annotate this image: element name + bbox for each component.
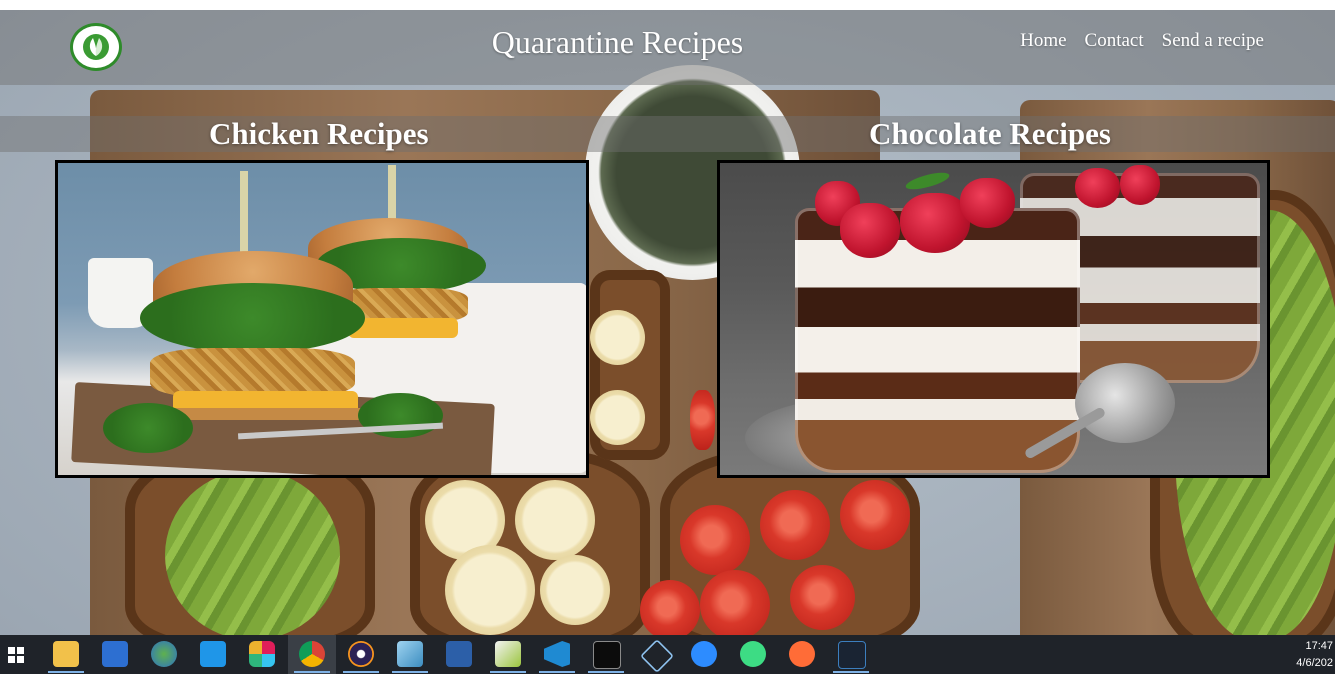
zoom-icon[interactable]	[691, 641, 717, 667]
windows-taskbar: 17:47 4/6/202	[0, 635, 1335, 674]
nox-icon[interactable]	[838, 641, 866, 669]
terminal-icon[interactable]	[593, 641, 621, 669]
chicken-recipes-card[interactable]	[55, 160, 589, 478]
main-nav: Home Contact Send a recipe	[1020, 30, 1264, 52]
security-app-icon[interactable]	[102, 641, 128, 667]
teamviewer-icon[interactable]	[200, 641, 226, 667]
vscode-icon[interactable]	[544, 641, 570, 667]
notepad-icon[interactable]	[397, 641, 423, 667]
spreadsheet-icon[interactable]	[495, 641, 521, 667]
section-heading-band	[0, 116, 1335, 152]
nav-contact-link[interactable]: Contact	[1085, 30, 1144, 52]
chicken-recipes-heading[interactable]: Chicken Recipes	[209, 116, 429, 152]
android-studio-icon[interactable]	[740, 641, 766, 667]
chrome-icon[interactable]	[299, 641, 325, 667]
page: Quarantine Recipes Home Contact Send a r…	[0, 0, 1335, 674]
chocolate-recipes-heading[interactable]: Chocolate Recipes	[869, 116, 1111, 152]
chocolate-parfait-image	[720, 163, 1267, 475]
eclipse-icon[interactable]	[348, 641, 374, 667]
nav-home-link[interactable]: Home	[1020, 30, 1066, 52]
clock-date: 4/6/202	[1296, 657, 1333, 669]
nav-send-recipe-link[interactable]: Send a recipe	[1162, 30, 1264, 52]
windows-start-icon[interactable]	[8, 647, 24, 663]
chocolate-recipes-card[interactable]	[717, 160, 1270, 478]
box-app-icon[interactable]	[640, 639, 674, 673]
system-clock[interactable]: 17:47 4/6/202	[1295, 638, 1335, 672]
clock-time: 17:47	[1305, 640, 1333, 652]
file-explorer-icon[interactable]	[53, 641, 79, 667]
globe-browser-icon[interactable]	[151, 641, 177, 667]
top-nav-bar: Quarantine Recipes Home Contact Send a r…	[0, 10, 1335, 85]
network-app-icon[interactable]	[446, 641, 472, 667]
chicken-burger-image	[58, 163, 586, 475]
slack-icon[interactable]	[249, 641, 275, 667]
postman-icon[interactable]	[789, 641, 815, 667]
